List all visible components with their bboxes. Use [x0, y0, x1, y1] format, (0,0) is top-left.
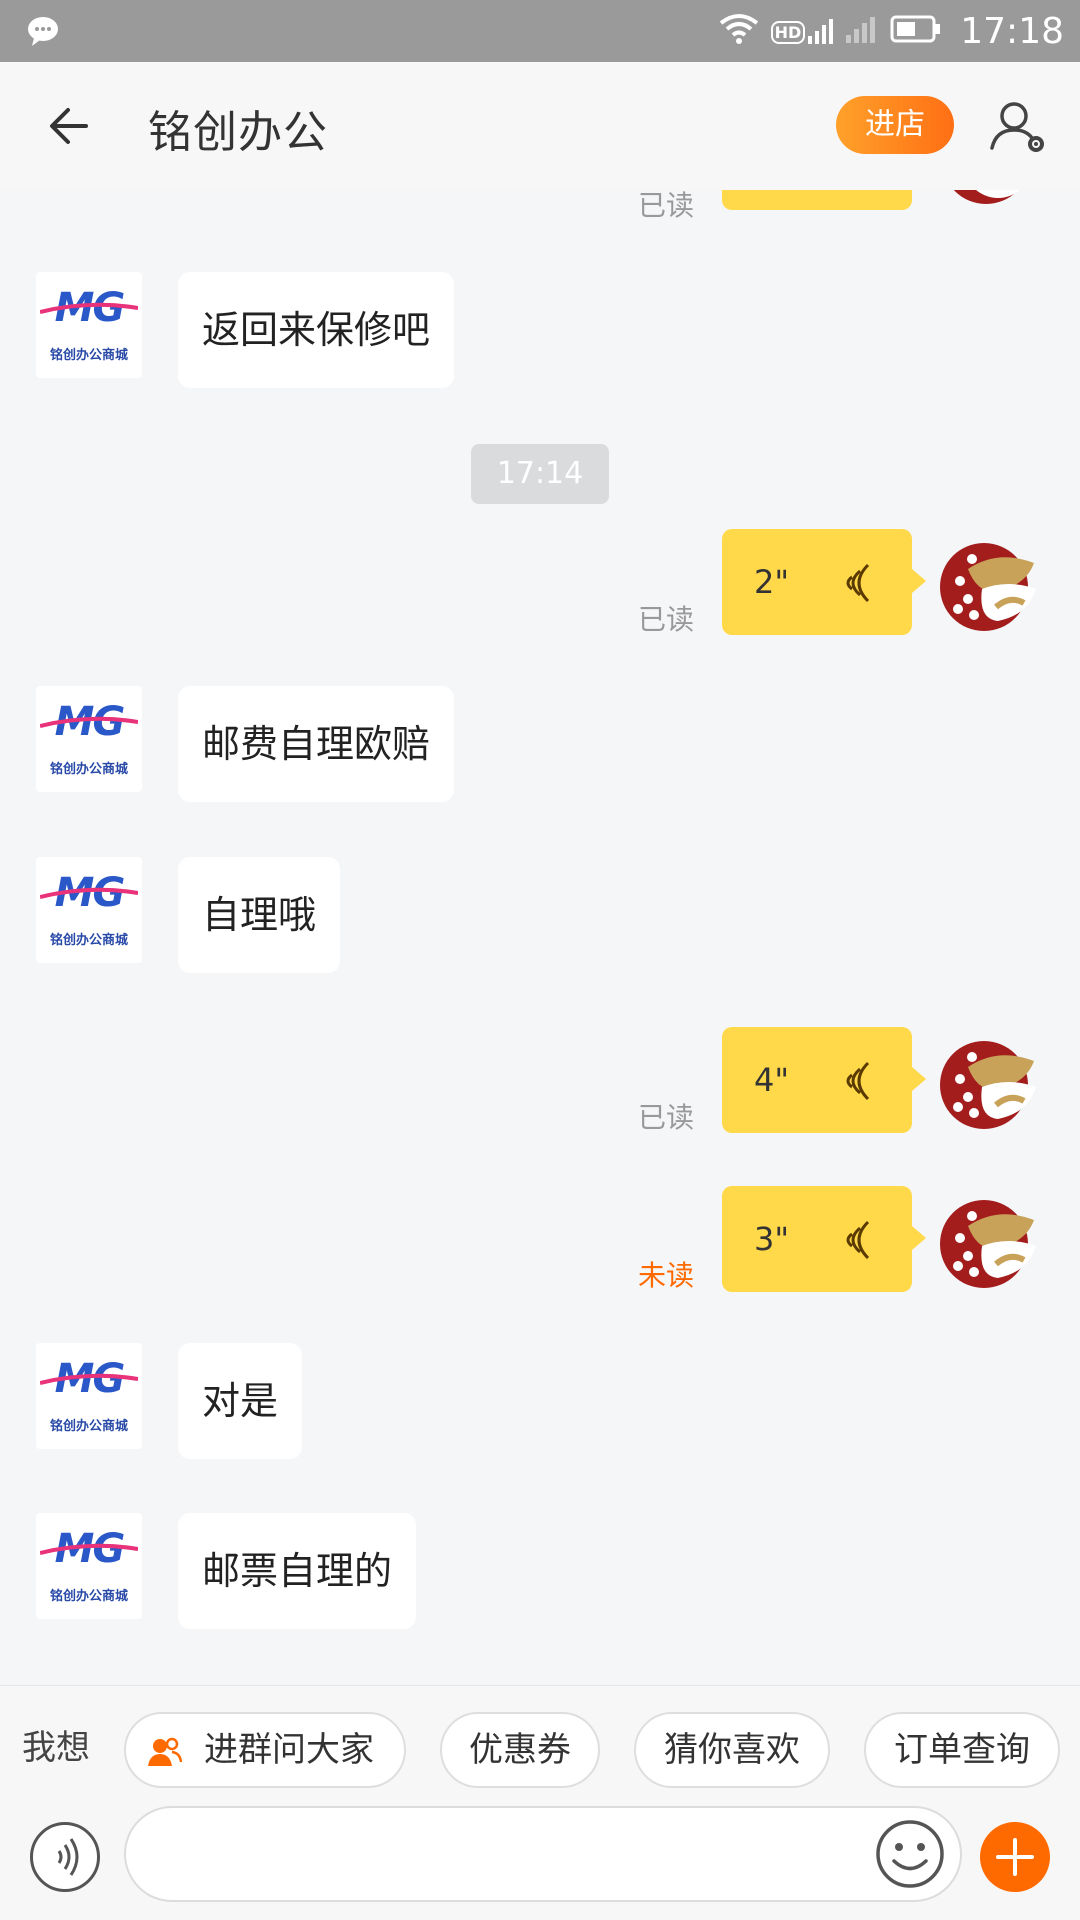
voice-duration: 3" — [754, 1220, 790, 1258]
my-avatar[interactable] — [938, 1027, 1044, 1133]
incoming-message[interactable]: 邮票自理的 — [178, 1513, 417, 1629]
voice-duration: 4" — [754, 1061, 790, 1099]
voice-message-bubble[interactable]: 3" — [722, 1186, 926, 1292]
incoming-message[interactable]: 返回来保修吧 — [178, 272, 455, 388]
shop-avatar[interactable]: MG 铭创办公商城 — [36, 857, 142, 963]
shop-avatar[interactable]: MG 铭创办公商城 — [36, 1513, 142, 1619]
battery-icon — [890, 15, 942, 47]
guess-you-like-chip[interactable]: 猜你喜欢 — [634, 1712, 830, 1788]
voice-wave-icon — [846, 1061, 870, 1101]
plus-icon[interactable] — [980, 1822, 1050, 1892]
incoming-message[interactable]: 邮费自理欧赔 — [178, 686, 455, 802]
my-avatar[interactable] — [938, 190, 1044, 210]
shop-avatar[interactable]: MG 铭创办公商城 — [36, 686, 142, 792]
order-query-chip[interactable]: 订单查询 — [864, 1712, 1060, 1788]
quick-actions-label: 我想 — [22, 1728, 90, 1768]
emoji-icon[interactable] — [874, 1818, 946, 1890]
incoming-message[interactable]: 自理哦 — [178, 857, 341, 973]
incoming-message[interactable]: 对是 — [178, 1343, 303, 1459]
timestamp-chip: 17:14 — [471, 444, 609, 504]
page-title: 铭创办公 — [148, 107, 328, 158]
shop-avatar[interactable]: MG 铭创办公商城 — [36, 272, 142, 378]
my-avatar[interactable] — [938, 1186, 1044, 1292]
user-settings-icon[interactable] — [988, 96, 1048, 156]
back-arrow-icon[interactable] — [44, 98, 100, 154]
status-time: 17:18 — [960, 10, 1064, 52]
shop-avatar[interactable]: MG 铭创办公商城 — [36, 1343, 142, 1449]
my-avatar[interactable] — [938, 529, 1044, 635]
wifi-icon — [719, 13, 759, 49]
voice-duration: 2" — [754, 563, 790, 601]
enter-shop-button[interactable]: 进店 — [836, 96, 954, 154]
read-status: 已读 — [638, 603, 695, 636]
voice-toggle-icon[interactable] — [30, 1822, 100, 1892]
group-icon — [148, 1737, 182, 1766]
voice-wave-icon — [846, 563, 870, 603]
message-bubble-icon — [26, 14, 60, 52]
voice-wave-icon — [846, 1220, 870, 1260]
voice-message-bubble[interactable]: 4" — [722, 1027, 926, 1133]
message-input[interactable] — [124, 1806, 962, 1902]
join-group-chip[interactable]: 进群问大家 — [124, 1712, 406, 1788]
status-bar: HD 17:18 — [0, 0, 1080, 62]
hd-signal-icon: HD — [770, 18, 835, 44]
chat-header: 铭创办公 进店 — [0, 62, 1080, 190]
voice-message-bubble[interactable]: 2" — [722, 529, 926, 635]
chat-area[interactable]: 已读 MG 铭创办公商城 返回来保修吧 17:14 已读 2" MG 铭创办公商… — [0, 190, 1080, 1685]
read-status: 已读 — [638, 190, 695, 222]
bottom-bar: 我想 进群问大家 优惠券 猜你喜欢 订单查询 — [0, 1685, 1080, 1920]
coupon-chip[interactable]: 优惠券 — [440, 1712, 600, 1788]
unread-status: 未读 — [638, 1259, 695, 1292]
signal-icon — [846, 15, 878, 47]
read-status: 已读 — [638, 1101, 695, 1134]
voice-message-bubble[interactable] — [722, 190, 912, 210]
